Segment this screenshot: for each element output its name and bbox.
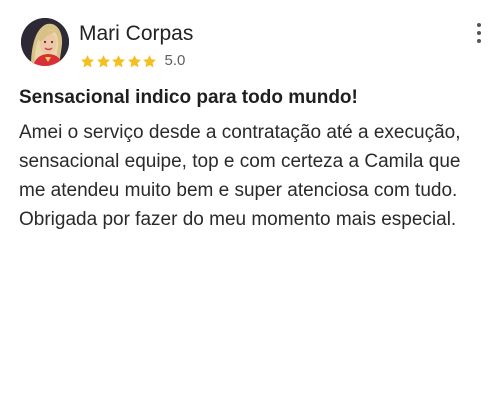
- star-rating: [80, 54, 158, 69]
- reviewer-avatar[interactable]: [21, 18, 69, 66]
- reviewer-name[interactable]: Mari Corpas: [79, 21, 193, 47]
- star-icon: [81, 54, 94, 67]
- review-body: Amei o serviço desde a contratação até a…: [19, 122, 461, 230]
- star-icon: [96, 54, 110, 67]
- avatar-photo: [21, 18, 69, 66]
- menu-dot: [477, 31, 481, 35]
- star-icon: [112, 54, 125, 67]
- menu-dot: [477, 39, 481, 43]
- star-icon: [143, 54, 156, 67]
- menu-dot: [477, 23, 481, 27]
- star-icon: [127, 54, 141, 67]
- more-options-button[interactable]: [471, 22, 487, 48]
- rating-value: 5.0: [164, 52, 186, 69]
- review-title: Sensacional indico para todo mundo!: [19, 87, 358, 108]
- review-card: Mari Corpas 5.0 Sensacional indico para …: [0, 0, 500, 418]
- rating-row: 5.0: [80, 52, 185, 70]
